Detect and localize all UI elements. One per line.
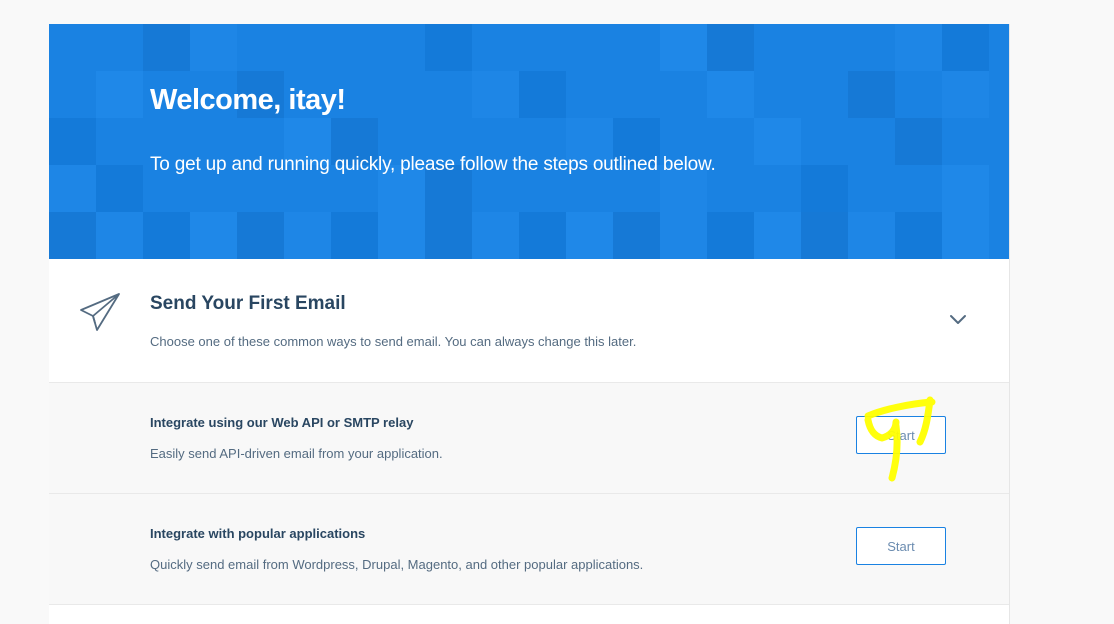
banner-tile	[942, 212, 989, 259]
banner-tile	[848, 71, 895, 118]
banner-tile	[425, 24, 472, 71]
banner-tile	[660, 24, 707, 71]
banner-tile	[519, 71, 566, 118]
chevron-down-icon[interactable]	[948, 313, 968, 327]
banner-tile	[96, 71, 143, 118]
paper-plane-icon	[80, 293, 120, 331]
banner-tile	[237, 212, 284, 259]
welcome-banner: Welcome, itay! To get up and running qui…	[49, 24, 1009, 259]
banner-tile	[49, 212, 96, 259]
banner-tile	[472, 71, 519, 118]
start-popular-apps-button[interactable]: Start	[856, 527, 946, 565]
onboarding-card: Welcome, itay! To get up and running qui…	[49, 24, 1010, 624]
banner-tile	[472, 212, 519, 259]
section-title: Send Your First Email	[150, 293, 346, 314]
banner-tile	[190, 212, 237, 259]
banner-tile	[707, 71, 754, 118]
option-popular-apps: Integrate with popular applications Quic…	[49, 494, 1009, 605]
banner-tile	[49, 165, 96, 212]
banner-tile	[190, 24, 237, 71]
banner-tile	[754, 212, 801, 259]
welcome-subtitle: To get up and running quickly, please fo…	[150, 154, 716, 175]
banner-tile	[96, 165, 143, 212]
banner-tile	[848, 212, 895, 259]
banner-tile	[660, 212, 707, 259]
banner-tile	[566, 212, 613, 259]
start-web-api-button[interactable]: Start	[856, 416, 946, 454]
banner-tile	[284, 212, 331, 259]
banner-tile	[754, 118, 801, 165]
banner-tile	[895, 24, 942, 71]
option-description: Quickly send email from Wordpress, Drupa…	[150, 557, 644, 572]
banner-tile	[895, 118, 942, 165]
option-web-api: Integrate using our Web API or SMTP rela…	[49, 383, 1009, 494]
option-title: Integrate using our Web API or SMTP rela…	[150, 415, 414, 430]
banner-tile	[942, 71, 989, 118]
option-title: Integrate with popular applications	[150, 526, 366, 541]
welcome-title: Welcome, itay!	[150, 84, 346, 116]
option-description: Easily send API-driven email from your a…	[150, 446, 443, 461]
banner-tile	[331, 212, 378, 259]
banner-tile	[801, 212, 848, 259]
banner-tile	[49, 118, 96, 165]
send-first-email-header[interactable]: Send Your First Email Choose one of thes…	[49, 259, 1009, 383]
banner-tile	[378, 212, 425, 259]
banner-tile	[707, 24, 754, 71]
banner-tile	[143, 24, 190, 71]
banner-tile	[895, 212, 942, 259]
section-subtitle: Choose one of these common ways to send …	[150, 334, 637, 349]
banner-tile	[519, 212, 566, 259]
banner-tile	[942, 24, 989, 71]
banner-tile	[801, 165, 848, 212]
banner-tile	[96, 212, 143, 259]
banner-tile	[425, 212, 472, 259]
banner-tile	[707, 212, 754, 259]
banner-tile	[613, 212, 660, 259]
banner-tile	[143, 212, 190, 259]
banner-tile	[942, 165, 989, 212]
